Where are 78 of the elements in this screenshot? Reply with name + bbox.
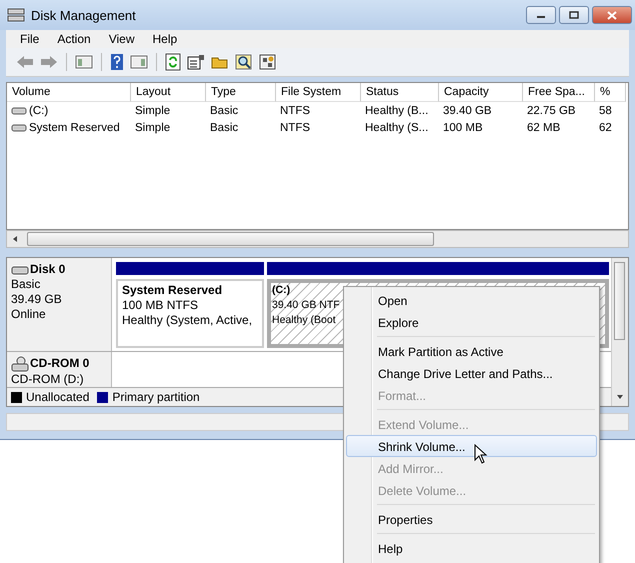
minimize-button[interactable] — [526, 6, 556, 24]
table-cell: Healthy (B... — [365, 104, 428, 116]
maximize-icon — [569, 11, 579, 19]
column-header[interactable]: Volume — [7, 83, 131, 102]
scroll-thumb[interactable] — [614, 262, 625, 340]
partition-name: System Reserved — [122, 282, 222, 298]
partition-size: 39.40 GB NTF — [272, 298, 340, 313]
cd-drive-icon — [11, 356, 29, 372]
vertical-scrollbar[interactable] — [611, 258, 628, 406]
column-header[interactable]: Free Spa... — [523, 83, 595, 102]
partition-size: 100 MB NTFS — [122, 298, 198, 313]
table-cell: Simple — [135, 122, 170, 134]
drive-icon — [11, 122, 27, 132]
table-cell: NTFS — [280, 104, 310, 116]
help-icon[interactable] — [110, 53, 124, 71]
column-header[interactable]: Status — [361, 83, 439, 102]
table-cell: 62 — [599, 122, 612, 134]
scroll-left-icon[interactable] — [11, 235, 19, 243]
table-cell: Healthy (S... — [365, 122, 428, 134]
menu-item[interactable]: Help — [152, 32, 178, 46]
column-header[interactable]: Capacity — [439, 83, 523, 102]
context-menu-item[interactable]: Open — [346, 289, 597, 311]
column-header[interactable]: Layout — [131, 83, 206, 102]
disk-info: Online — [11, 307, 47, 322]
context-menu-item[interactable]: Help — [346, 537, 597, 559]
disk-info: CD-ROM (D:) — [11, 372, 85, 387]
table-cell: 58 — [599, 104, 612, 116]
table-cell: Basic — [210, 104, 238, 116]
menu-item[interactable]: File — [20, 32, 40, 46]
disk-info: Basic — [11, 277, 42, 292]
column-header[interactable]: File System — [276, 83, 361, 102]
mouse-pointer-icon — [474, 444, 488, 464]
disk-drive-icon — [7, 7, 25, 23]
table-cell[interactable]: System Reserved — [29, 122, 120, 134]
drive-icon — [11, 106, 27, 116]
partition-status: Healthy (Boot — [272, 312, 336, 328]
legend-label: Unallocated — [26, 390, 90, 404]
disk-info: 39.49 GB — [11, 292, 63, 307]
panel-icon[interactable] — [130, 54, 148, 70]
menu-item[interactable]: View — [108, 32, 134, 46]
drive-icon — [11, 264, 29, 274]
table-cell: 100 MB — [443, 122, 483, 134]
panel-icon[interactable] — [75, 54, 93, 70]
column-header[interactable]: % — [595, 83, 626, 102]
partition-status: Healthy (System, Active, — [122, 312, 252, 328]
close-button[interactable] — [592, 6, 632, 24]
properties-icon[interactable] — [187, 54, 205, 70]
disk-label-panel[interactable]: CD-ROM 0 CD-ROM (D:) — [7, 352, 112, 387]
context-menu-item[interactable]: Shrink Volume... — [346, 435, 597, 457]
settings-icon[interactable] — [259, 54, 277, 70]
scroll-thumb[interactable] — [27, 232, 434, 246]
window-title: Disk Management — [31, 8, 136, 22]
context-menu-item[interactable]: Change Drive Letter and Paths... — [346, 362, 597, 384]
table-cell[interactable]: (C:) — [29, 104, 48, 116]
disk-name: Disk 0 — [30, 262, 66, 277]
table-cell: Simple — [135, 104, 170, 116]
menu-item[interactable]: Action — [57, 32, 91, 46]
horizontal-scrollbar[interactable] — [6, 230, 629, 248]
column-header[interactable]: Type — [206, 83, 276, 102]
context-menu-item[interactable]: Explore — [346, 311, 597, 333]
context-menu-item[interactable]: Mark Partition as Active — [346, 340, 597, 362]
maximize-button[interactable] — [559, 6, 589, 24]
magnifier-icon[interactable] — [235, 54, 253, 70]
table-cell: 62 MB — [527, 122, 560, 134]
partition-name: (C:) — [272, 282, 290, 298]
context-menu-item[interactable]: Properties — [346, 508, 597, 530]
scroll-down-icon[interactable] — [616, 394, 624, 400]
disk-name: CD-ROM 0 — [30, 356, 90, 372]
disk-label-panel[interactable]: Disk 0 Basic 39.49 GB Online — [7, 258, 112, 351]
table-cell: 39.40 GB — [443, 104, 492, 116]
table-cell: 22.75 GB — [527, 104, 576, 116]
close-icon — [607, 10, 617, 20]
back-arrow-icon[interactable] — [16, 54, 34, 70]
forward-arrow-icon[interactable] — [40, 54, 58, 70]
table-cell: Basic — [210, 122, 238, 134]
refresh-icon[interactable] — [165, 53, 181, 71]
table-cell: NTFS — [280, 122, 310, 134]
legend-label: Primary partition — [112, 390, 200, 404]
